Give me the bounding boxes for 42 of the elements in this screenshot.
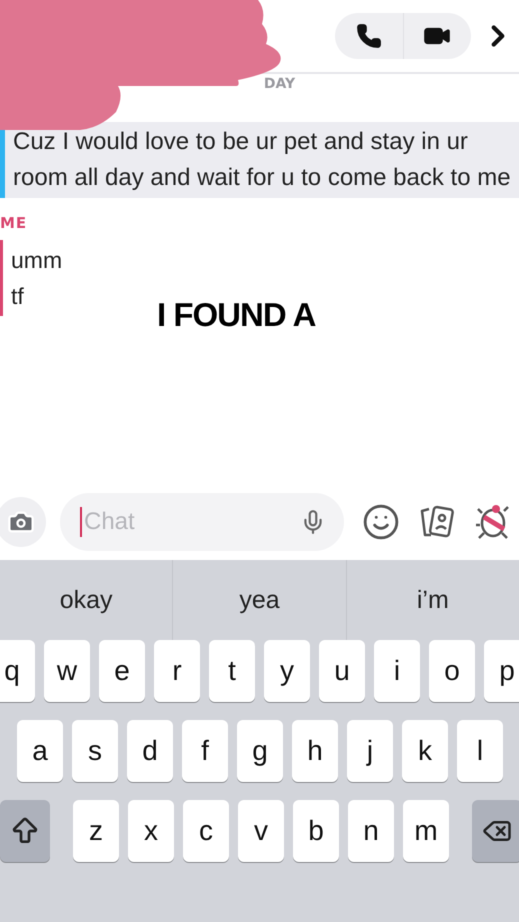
- keyboard-key[interactable]: o: [429, 640, 475, 702]
- message-text: umm: [11, 246, 62, 275]
- keyboard-key[interactable]: e: [99, 640, 145, 702]
- bug-icon[interactable]: [476, 503, 510, 541]
- keyboard-key[interactable]: w: [44, 640, 90, 702]
- message-text: tf: [11, 282, 25, 311]
- keyboard-key[interactable]: i: [374, 640, 420, 702]
- keyboard-key[interactable]: v: [238, 800, 284, 862]
- keyboard-key[interactable]: k: [402, 720, 448, 782]
- keyboard-key[interactable]: t: [209, 640, 255, 702]
- keyboard-key[interactable]: p: [484, 640, 519, 702]
- keyboard-key[interactable]: n: [348, 800, 394, 862]
- keyboard-key[interactable]: c: [183, 800, 229, 862]
- phone-icon: [356, 23, 382, 49]
- keyboard-key[interactable]: f: [182, 720, 228, 782]
- chat-input[interactable]: Chat: [80, 507, 300, 537]
- keyboard-key[interactable]: d: [127, 720, 173, 782]
- date-label: DAY: [264, 76, 296, 94]
- chat-field[interactable]: Chat: [60, 493, 344, 551]
- keyboard-key[interactable]: r: [154, 640, 200, 702]
- sender-label: ME: [0, 214, 28, 232]
- smiley-icon[interactable]: [362, 503, 400, 541]
- keyboard-key[interactable]: a: [17, 720, 63, 782]
- keyboard-key[interactable]: s: [72, 720, 118, 782]
- keyboard-key[interactable]: y: [264, 640, 310, 702]
- keyboard-key[interactable]: g: [237, 720, 283, 782]
- keyboard-key[interactable]: u: [319, 640, 365, 702]
- camera-button[interactable]: [0, 497, 46, 547]
- keyboard-key[interactable]: b: [293, 800, 339, 862]
- message-text: Cuz I would love to be ur pet and stay in ur room all day and wait for u to come back to me: [13, 127, 511, 193]
- keyboard-key[interactable]: m: [403, 800, 449, 862]
- keyboard-key[interactable]: x: [128, 800, 174, 862]
- caption-text: I FOUND A: [157, 296, 316, 334]
- suggestion[interactable]: okay: [0, 560, 172, 640]
- keyboard-key[interactable]: h: [292, 720, 338, 782]
- keyboard-key[interactable]: l: [457, 720, 503, 782]
- shift-key[interactable]: [0, 800, 50, 862]
- keyboard-key[interactable]: q: [0, 640, 35, 702]
- keyboard-key[interactable]: z: [73, 800, 119, 862]
- cards-icon[interactable]: [420, 505, 456, 539]
- keyboard-key[interactable]: j: [347, 720, 393, 782]
- delete-key[interactable]: [472, 800, 519, 862]
